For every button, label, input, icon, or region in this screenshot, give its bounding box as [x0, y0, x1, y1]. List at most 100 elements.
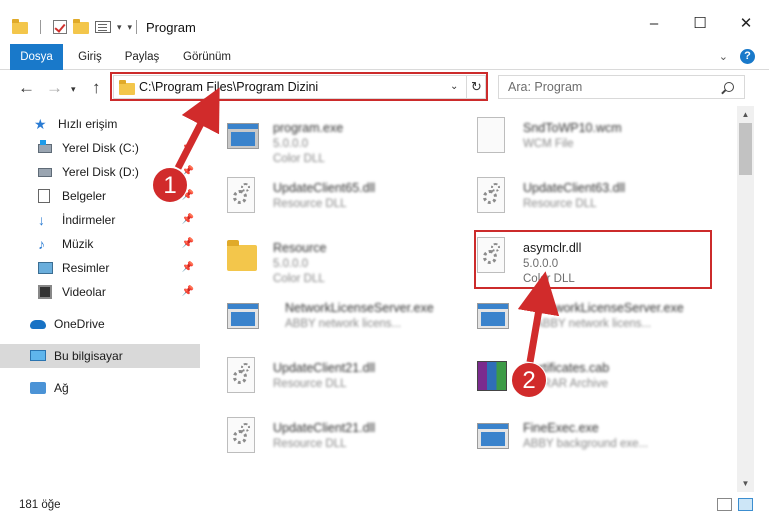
chevron-down-icon[interactable]: ▾ [117, 22, 122, 33]
pin-icon[interactable]: 📌 [182, 142, 194, 153]
sidebar-item-videos[interactable]: Videolar 📌 [0, 280, 200, 304]
sidebar-item-music[interactable]: ♪ Müzik 📌 [0, 232, 200, 256]
tab-view[interactable]: Görünüm [176, 44, 238, 70]
back-icon[interactable]: ← [18, 78, 35, 98]
details-view-icon[interactable] [717, 498, 732, 511]
exe-icon [227, 117, 259, 157]
file-type: Resource DLL [273, 438, 347, 450]
sidebar-item-network[interactable]: Ağ [0, 376, 200, 400]
disk-c-icon [38, 140, 52, 153]
pin-icon[interactable]: 📌 [182, 214, 194, 225]
rar-icon [477, 357, 509, 397]
rename-icon[interactable] [95, 21, 111, 33]
pin-icon[interactable]: 📌 [182, 286, 194, 297]
sidebar-item-label: Videolar [62, 285, 106, 299]
this-pc-icon [30, 350, 46, 361]
file-name: Resource [273, 241, 327, 255]
file-name: FineExec.exe [523, 421, 599, 435]
sidebar-item-this-pc[interactable]: Bu bilgisayar [0, 344, 200, 368]
sidebar-item-label: Ağ [54, 381, 69, 395]
new-folder-icon[interactable] [73, 19, 89, 34]
callout-step-1: 1 [152, 167, 188, 203]
videos-icon [38, 285, 52, 299]
dll-icon [227, 417, 259, 457]
file-version: 5.0.0.0 [273, 258, 309, 270]
file-item[interactable]: NetworkLicenseServer.exe ABBY network li… [227, 292, 467, 348]
large-icons-view-icon[interactable] [738, 498, 753, 511]
collapse-ribbon-icon[interactable]: ⌄ [719, 50, 728, 63]
maximize-button[interactable]: ☐ [677, 8, 723, 38]
file-item[interactable]: SndToWP10.wcm WCM File [477, 112, 717, 168]
file-description: ABBY network licens... [285, 318, 402, 330]
sidebar-item-pictures[interactable]: Resimler 📌 [0, 256, 200, 280]
tab-share[interactable]: Paylaş [118, 44, 166, 70]
exe-icon [227, 297, 259, 337]
file-description: ABBY background exe... [523, 438, 649, 450]
sidebar-item-label: Yerel Disk (D:) [62, 165, 139, 179]
recent-locations-icon[interactable]: ▾ [71, 84, 76, 95]
sidebar-item-quick-access[interactable]: ★ Hızlı erişim [0, 112, 200, 136]
minimize-button[interactable]: – [631, 8, 677, 38]
properties-check-icon[interactable] [53, 20, 67, 34]
customize-qat-icon[interactable]: ▾ [128, 22, 133, 33]
file-item[interactable]: UpdateClient65.dll Resource DLL [227, 172, 467, 228]
file-type: Resource DLL [523, 198, 597, 210]
scroll-down-icon[interactable]: ▼ [737, 475, 754, 492]
pin-icon[interactable]: 📌 [182, 262, 194, 273]
forward-icon[interactable]: → [46, 78, 63, 98]
file-name: UpdateClient21.dll [273, 361, 376, 375]
folder-icon [12, 19, 28, 34]
close-button[interactable]: ✕ [723, 8, 769, 38]
ribbon-tabs: Dosya Giriş Paylaş Görünüm ⌄ ? [0, 44, 769, 70]
file-item[interactable]: Resource 5.0.0.0 Color DLL [227, 232, 467, 288]
search-input[interactable]: Ara: Program [498, 75, 745, 99]
file-item[interactable]: UpdateClient21.dll Resource DLL [227, 352, 467, 408]
file-list: program.exe 5.0.0.0 Color DLL SndToWP10.… [205, 106, 736, 491]
address-highlight-box [110, 72, 488, 101]
folder-icon [227, 237, 259, 277]
file-item[interactable]: NetworkLicenseServer.exe ABBY network li… [477, 292, 717, 348]
file-item[interactable]: UpdateClient63.dll Resource DLL [477, 172, 717, 228]
file-description: Color DLL [273, 273, 325, 285]
music-icon: ♪ [38, 236, 45, 252]
status-bar: 181 öğe [0, 492, 769, 525]
sidebar-item-disk-c[interactable]: Yerel Disk (C:) 📌 [0, 136, 200, 160]
file-highlight-box [474, 230, 712, 289]
onedrive-icon [30, 320, 46, 329]
title-bar: ▾ ▾ Program – ☐ ✕ [0, 0, 769, 44]
file-item[interactable]: FineExec.exe ABBY background exe... [477, 412, 717, 468]
sidebar-item-onedrive[interactable]: OneDrive [0, 312, 200, 336]
file-version: 5.0.0.0 [273, 138, 309, 150]
callout-step-2: 2 [511, 362, 547, 398]
file-name: UpdateClient65.dll [273, 181, 376, 195]
tab-home[interactable]: Giriş [70, 44, 110, 70]
file-description: ABBY network licens... [535, 318, 652, 330]
divider [40, 20, 41, 34]
exe-icon [477, 417, 509, 457]
sidebar-item-downloads[interactable]: ↓ İndirmeler 📌 [0, 208, 200, 232]
up-icon[interactable]: ↑ [92, 78, 101, 98]
tab-file[interactable]: Dosya [10, 44, 63, 70]
scrollbar-thumb[interactable] [739, 123, 752, 175]
file-type: Resource DLL [273, 198, 347, 210]
help-icon[interactable]: ? [740, 49, 755, 64]
pin-icon[interactable]: 📌 [182, 238, 194, 249]
file-type: WCM File [523, 138, 574, 150]
file-item[interactable]: program.exe 5.0.0.0 Color DLL [227, 112, 467, 168]
file-type: Resource DLL [273, 378, 347, 390]
file-name: program.exe [273, 121, 344, 135]
sidebar-item-label: OneDrive [54, 317, 105, 331]
page-icon [477, 117, 509, 157]
scroll-up-icon[interactable]: ▲ [737, 106, 754, 123]
file-name: NetworkLicenseServer.exe [285, 301, 434, 315]
divider [136, 20, 137, 34]
file-item[interactable]: UpdateClient21.dll Resource DLL [227, 412, 467, 468]
search-icon[interactable] [724, 82, 734, 92]
sidebar-item-label: Belgeler [62, 189, 107, 203]
network-icon [30, 382, 46, 394]
vertical-scrollbar[interactable]: ▲ ▼ [737, 106, 754, 492]
file-name: UpdateClient63.dll [523, 181, 626, 195]
disk-d-icon [38, 168, 52, 177]
sidebar-item-label: Yerel Disk (C:) [62, 141, 139, 155]
sidebar-item-label: Müzik [62, 237, 94, 251]
